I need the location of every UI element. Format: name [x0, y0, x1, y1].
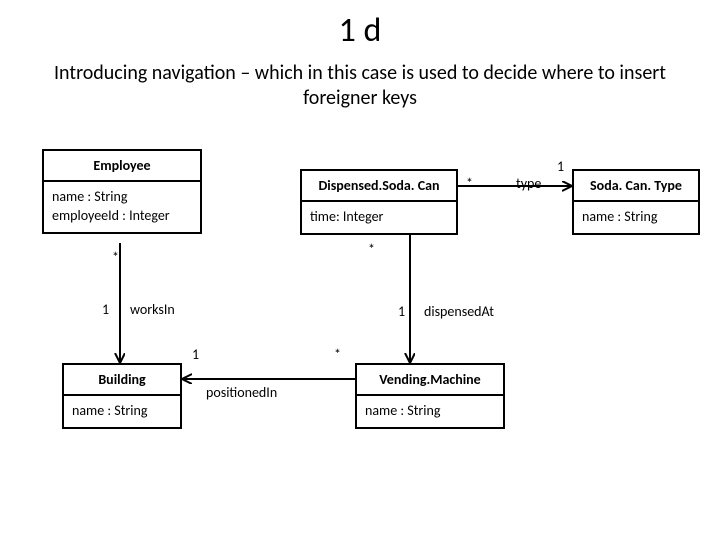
- class-building-name: Building: [64, 365, 180, 394]
- assoc-dispensedat-label: dispensedAt: [424, 303, 494, 320]
- mult-type-star: *: [466, 175, 473, 192]
- class-employee-attr1: name : String: [52, 188, 192, 207]
- class-employee-attr2: employeeId : Integer: [52, 207, 192, 226]
- class-sct-attr1: name : String: [582, 208, 690, 227]
- mult-dispensedat-one: 1: [398, 303, 405, 320]
- mult-positionedin-one: 1: [192, 346, 199, 363]
- mult-emp-star: *: [112, 249, 119, 266]
- class-building: Building name : String: [62, 363, 182, 429]
- mult-type-one: 1: [557, 158, 564, 175]
- class-employee: Employee name : String employeeId : Inte…: [42, 149, 202, 234]
- class-dsc-attr1: time: Integer: [310, 208, 448, 227]
- mult-positionedin-star: *: [334, 346, 341, 363]
- class-dsc-name: Dispensed.Soda. Can: [302, 171, 456, 200]
- assoc-positionedin-label: positionedIn: [206, 384, 277, 401]
- assoc-worksin-label: worksIn: [130, 301, 175, 318]
- mult-worksin-one: 1: [102, 301, 109, 318]
- class-employee-name: Employee: [44, 151, 200, 180]
- page-title: 1 d: [0, 10, 720, 51]
- class-building-attr1: name : String: [72, 402, 172, 421]
- uml-diagram: Employee name : String employeeId : Inte…: [0, 131, 720, 531]
- assoc-type-label: type: [516, 175, 541, 192]
- page-subtitle: Introducing navigation – which in this c…: [40, 61, 680, 111]
- class-vm-name: Vending.Machine: [357, 365, 503, 394]
- class-vm-attr1: name : String: [365, 402, 495, 421]
- class-soda-can-type: Soda. Can. Type name : String: [572, 169, 700, 235]
- class-sct-name: Soda. Can. Type: [574, 171, 698, 200]
- class-vending-machine: Vending.Machine name : String: [355, 363, 505, 429]
- class-dispensed-soda-can: Dispensed.Soda. Can time: Integer: [300, 169, 458, 235]
- mult-dsc-star: *: [368, 241, 375, 258]
